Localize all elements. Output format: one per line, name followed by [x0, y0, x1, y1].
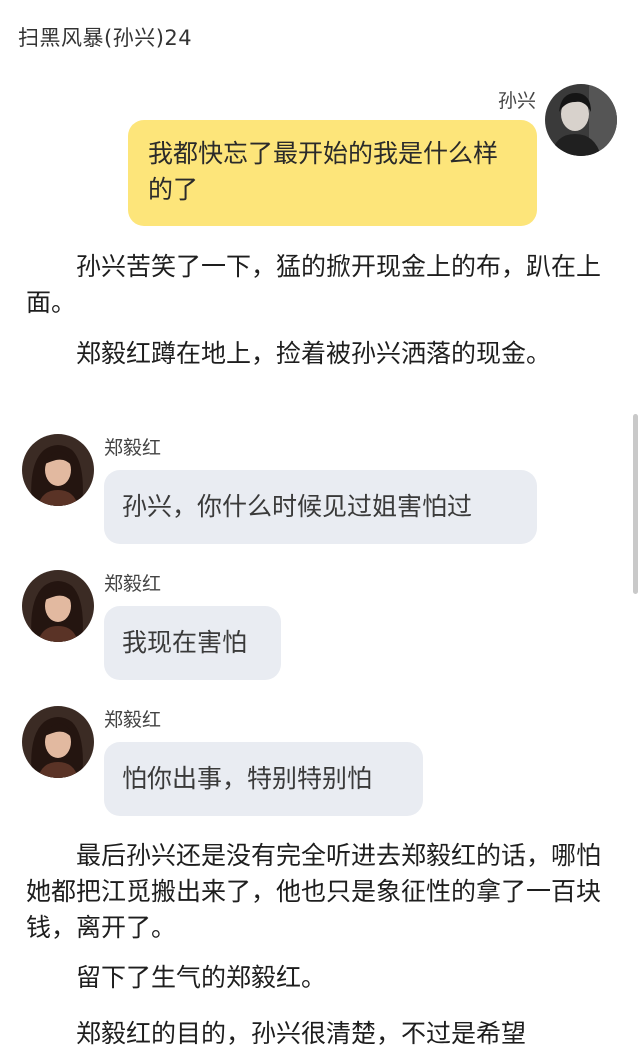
sender-name: 郑毅红	[104, 437, 162, 459]
narration-paragraph: 郑毅红的目的，孙兴很清楚，不过是希望	[76, 1019, 527, 1048]
sender-name: 郑毅红	[104, 709, 162, 731]
narration-paragraph: 郑毅红蹲在地上，捡着被孙兴洒落的现金。	[76, 339, 552, 368]
narration-paragraph: 孙兴苦笑了一下，猛的掀开现金上的布，趴在上面。	[26, 252, 602, 317]
avatar[interactable]	[545, 84, 617, 156]
narration-paragraph: 最后孙兴还是没有完全听进去郑毅红的话，哪怕她都把江觅搬出来了，他也只是象征性的拿…	[26, 841, 602, 942]
page-title: 扫黑风暴(孙兴)24	[18, 26, 193, 50]
avatar[interactable]	[22, 570, 94, 642]
avatar[interactable]	[22, 434, 94, 506]
message-bubble: 我现在害怕	[104, 606, 281, 680]
message-bubble: 孙兴，你什么时候见过姐害怕过	[104, 470, 537, 544]
narration-paragraph: 留下了生气的郑毅红。	[76, 963, 327, 992]
avatar[interactable]	[22, 706, 94, 778]
message-bubble: 怕你出事，特别特别怕	[104, 742, 423, 816]
sender-name: 孙兴	[497, 90, 536, 112]
scrollbar[interactable]	[633, 414, 638, 594]
sender-name: 郑毅红	[104, 573, 162, 595]
message-bubble: 我都快忘了最开始的我是什么样的了	[128, 120, 537, 226]
